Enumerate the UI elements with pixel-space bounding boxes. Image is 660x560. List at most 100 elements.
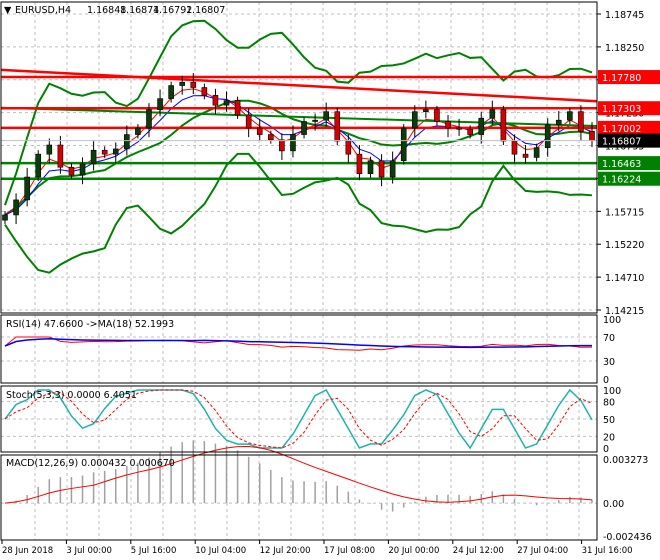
candle-bear [101,149,108,155]
price-tick-label: 1.18745 [605,10,644,21]
indicator-panes [4,336,593,512]
rsi-label: RSI(14) 47.6600 ->MA(18) 52.1993 [6,319,174,330]
candle-bull [389,160,396,178]
candle-bull [13,199,19,216]
candle-bear [234,100,241,116]
stoch-tick-label: 20 [603,432,615,443]
time-tick-label: 17 Jul 08:00 [324,546,375,556]
candle-bear [268,134,274,141]
candle-bull [423,109,429,112]
candle-bull [79,163,86,176]
candle-bull [489,109,496,119]
candle-bear [356,153,363,175]
candle-bull [90,149,97,165]
candle-bear [589,130,595,141]
candle-bear [511,140,518,155]
candle-bull [2,214,8,221]
candle-bear [434,109,440,122]
macd-label: MACD(12,26,9) 0.000432 0.000670 [6,458,175,469]
stoch-tick-label: 50 [603,415,615,426]
candle-bear [378,160,385,178]
candle-bear [190,81,197,88]
candle-bull [168,85,174,99]
candle-bull [544,124,551,148]
stoch-tick-label: 100 [603,386,621,397]
level-label: 1.17002 [602,124,641,135]
current-price-label: 1.16807 [602,137,641,148]
macd-tick-label: 0.00 [603,499,624,510]
candle-bear [345,140,352,155]
time-tick-label: 5 Jul 16:00 [131,546,177,556]
candle-bull [323,111,329,121]
macd-tick-label: 0.003273 [603,455,648,466]
stoch-tick-label: 0 [603,444,609,455]
candle-bull [124,134,130,150]
candle-bear [68,166,75,176]
trendline [0,68,598,103]
header-label: ▼ EURUSD,H4 1.16848 1.16874 1.16792 1.16… [4,5,225,16]
rsi-tick-label: 70 [603,333,615,344]
candle-bull [555,119,562,126]
candle-bull [179,81,186,86]
pane-border [0,1,598,314]
candle-bear [445,121,451,129]
time-tick-label: 20 Jul 00:00 [388,546,439,556]
candle-bull [146,109,152,129]
candle-bear [500,109,507,142]
close-value: 1.16807 [186,5,225,16]
symbol-label: EURUSD,H4 [15,5,71,16]
candle-bull [112,148,119,155]
level-label: 1.17303 [602,104,641,115]
price-tick-label: 1.14710 [605,273,644,284]
candle-bull [290,134,296,152]
time-tick-label: 31 Jul 16:00 [582,546,633,556]
candle-bear [467,129,473,135]
candle-bear [201,87,208,96]
candle-bull [135,127,141,135]
time-tick-label: 10 Jul 04:00 [195,546,246,556]
candle-bull [478,117,485,135]
candle-bear [456,127,462,130]
level-label: 1.16463 [602,159,641,170]
candle-bull [46,144,53,155]
level-label: 1.17780 [602,73,641,84]
macd-tick-label: -0.002436 [603,532,652,543]
candle-bear [57,144,64,168]
time-tick-label: 12 Jul 20:00 [260,546,311,556]
candle-bear [578,111,584,132]
rsi-ma-line [4,338,593,349]
candle-bull [567,111,573,121]
candle-bear [212,95,219,106]
level-label: 1.16224 [602,175,641,186]
stoch-tick-label: 80 [603,398,615,409]
candle-bear [245,114,252,129]
candle-bull [223,100,230,106]
candle-bull [533,147,540,158]
chart-canvas[interactable]: 1.187451.182501.177401.172301.167351.162… [0,0,660,560]
long-ma-line [0,106,598,128]
candle-bear [334,111,341,142]
time-tick-label: 28 Jun 2018 [2,546,53,556]
candle-bear [256,127,263,135]
price-tick-label: 1.15715 [605,207,644,218]
candle-bull [400,127,407,161]
candle-bear [279,139,285,152]
collapse-icon[interactable]: ▼ [4,5,12,16]
time-tick-label: 3 Jul 00:00 [66,546,112,556]
time-tick-label: 24 Jul 12:00 [453,546,504,556]
price-pane [0,19,598,274]
chart-window: 1.187451.182501.177401.172301.167351.162… [0,0,660,560]
price-tick-label: 1.15220 [605,240,644,251]
candle-bear [522,153,529,158]
candle-bull [312,119,318,122]
rsi-tick-label: 100 [603,315,621,326]
candle-bull [157,98,163,111]
candle-bull [24,176,30,201]
candle-bull [367,160,374,175]
candle-bull [411,111,418,129]
price-tick-label: 1.18250 [605,43,644,54]
rsi-tick-label: 0 [603,375,609,386]
stoch-label: Stoch(5,3,3) 0.0000 6.4051 [6,390,137,401]
rsi-tick-label: 30 [603,357,615,368]
time-tick-label: 27 Jul 04:00 [517,546,568,556]
